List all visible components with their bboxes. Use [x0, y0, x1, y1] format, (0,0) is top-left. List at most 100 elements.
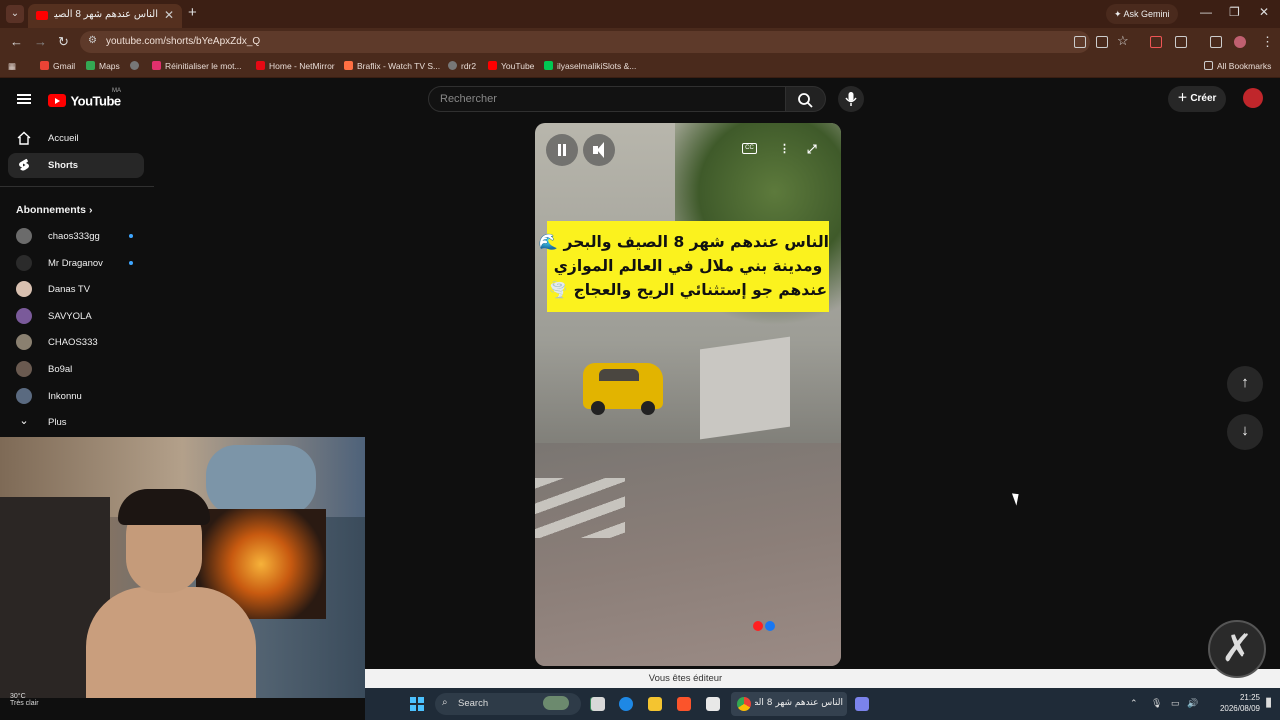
volume-button[interactable]: [583, 134, 615, 166]
subscriptions-heading[interactable]: Abonnements ›: [16, 204, 92, 216]
bookmark-globe[interactable]: [130, 61, 143, 71]
store-icon[interactable]: [706, 697, 720, 711]
bookmark-maps[interactable]: Maps: [86, 61, 120, 71]
teams-icon[interactable]: [855, 697, 869, 711]
sidebar-more-button[interactable]: ⌄ Plus: [8, 410, 144, 434]
taskbar-chrome-window[interactable]: الناس عندهم شهر 8 الصيف: [731, 692, 847, 716]
bookmark-label: Braflix - Watch TV S...: [357, 61, 441, 71]
more-label: Plus: [48, 417, 67, 428]
channel-avatar: [16, 255, 32, 271]
sidebar-item-shorts[interactable]: Shorts: [8, 153, 144, 178]
shorts-player[interactable]: CC ⋮ ⤢ الناس عندهم شهر 8 الصيف والبحر 🌊 …: [535, 123, 841, 666]
bookmark-slots[interactable]: ilyaselmalikiSlots &...: [544, 61, 636, 71]
browser-menu-icon[interactable]: ⋮: [1261, 34, 1274, 50]
taskbar-window-title: الناس عندهم شهر 8 الصيف: [755, 698, 843, 708]
channel-avatar: [16, 308, 32, 324]
maps-icon: [86, 61, 95, 70]
taskbar-clock[interactable]: 21:25 2026/08/09: [1210, 692, 1260, 714]
browser-tab-active[interactable]: الناس عندهم شهر 8 الصيف ✕: [28, 4, 182, 28]
channel-avatar: [16, 281, 32, 297]
bookmark-braflix[interactable]: Braflix - Watch TV S...: [344, 61, 440, 71]
subscription-item[interactable]: SAVYOLA: [8, 304, 144, 328]
youtube-logo-text: YouTube: [70, 93, 121, 109]
search-highlight-icon[interactable]: [543, 696, 569, 710]
ask-gemini-button[interactable]: ✦ Ask Gemini: [1106, 4, 1178, 24]
bookmark-label: Maps: [99, 61, 120, 71]
tab-search-button[interactable]: ⌄: [6, 5, 24, 23]
chevron-right-icon: ›: [88, 204, 93, 216]
new-tab-button[interactable]: +: [188, 4, 197, 21]
next-short-button[interactable]: ↓: [1227, 414, 1263, 450]
edge-icon[interactable]: [619, 697, 633, 711]
network-icon[interactable]: ▭: [1171, 698, 1180, 709]
create-button[interactable]: ＋ Créer: [1168, 86, 1226, 112]
apps-grid-icon[interactable]: ▦: [8, 61, 16, 72]
fullscreen-icon[interactable]: ⤢: [807, 142, 817, 157]
home-icon: [17, 131, 31, 145]
extensions-icon[interactable]: [1175, 36, 1187, 48]
tray-overflow-icon[interactable]: ⌃: [1130, 698, 1138, 709]
back-icon[interactable]: ←: [10, 34, 23, 49]
bookmark-netmirror[interactable]: Home - NetMirror: [256, 61, 335, 71]
subscription-item[interactable]: Mr Draganov: [8, 251, 144, 275]
install-app-icon[interactable]: [1096, 36, 1108, 48]
create-label: Créer: [1190, 93, 1217, 104]
restore-icon[interactable]: ❐: [1229, 5, 1240, 19]
chevron-down-icon: ⌄: [19, 415, 29, 427]
all-bookmarks-button[interactable]: All Bookmarks: [1204, 61, 1271, 71]
youtube-logo[interactable]: YouTube MA: [48, 88, 121, 110]
reload-icon[interactable]: ↻: [58, 34, 69, 50]
weather-condition: Très clair: [10, 700, 39, 707]
shorts-icon: [19, 158, 29, 171]
search-button[interactable]: [786, 86, 826, 112]
microphone-icon: [845, 92, 857, 106]
minimize-icon[interactable]: —: [1200, 5, 1212, 19]
task-view-icon[interactable]: [591, 697, 605, 711]
voice-search-button[interactable]: [838, 86, 864, 112]
profile-avatar[interactable]: [1234, 36, 1246, 48]
video-crosswalk: [535, 478, 625, 538]
account-avatar[interactable]: [1243, 88, 1263, 108]
braflix-icon: [344, 61, 353, 70]
tab-close-icon[interactable]: ✕: [164, 8, 174, 22]
bookmark-reset-password[interactable]: Réinitialiser le mot...: [152, 61, 242, 71]
windows-start-icon[interactable]: [410, 697, 424, 711]
netmirror-icon: [256, 61, 265, 70]
file-explorer-icon[interactable]: [648, 697, 662, 711]
translate-icon[interactable]: [1074, 36, 1086, 48]
search-input[interactable]: Rechercher: [428, 86, 786, 112]
instagram-icon: [152, 61, 161, 70]
microphone-tray-icon[interactable]: 🎙: [1151, 698, 1162, 709]
volume-tray-icon[interactable]: 🔊: [1187, 698, 1198, 709]
youtube-header: YouTube MA Rechercher ＋ Créer: [0, 80, 1280, 120]
captions-button[interactable]: CC: [742, 143, 757, 154]
tab-groups-icon[interactable]: [1210, 36, 1222, 48]
subscription-item[interactable]: Bo9al: [8, 357, 144, 381]
bookmark-star-icon[interactable]: ☆: [1117, 33, 1129, 49]
address-bar[interactable]: ⚙ youtube.com/shorts/bYeApxZdx_Q: [80, 31, 1090, 53]
bookmark-youtube[interactable]: YouTube: [488, 61, 534, 71]
site-info-icon[interactable]: ⚙: [88, 35, 97, 46]
previous-short-button[interactable]: ↑: [1227, 366, 1263, 402]
caption-line: الناس عندهم شهر 8 الصيف والبحر 🌊: [538, 233, 829, 251]
channel-name: SAVYOLA: [48, 311, 92, 322]
subscription-item[interactable]: Danas TV: [8, 277, 144, 301]
brave-icon[interactable]: [677, 697, 691, 711]
bookmark-gmail[interactable]: Gmail: [40, 61, 75, 71]
menu-icon[interactable]: [17, 94, 31, 104]
weather-widget[interactable]: 30°C Très clair: [10, 693, 39, 707]
window-close-icon[interactable]: ✕: [1259, 5, 1269, 19]
extension-badge-icon[interactable]: [1150, 36, 1162, 48]
more-options-icon[interactable]: ⋮: [779, 142, 790, 155]
subscription-item[interactable]: CHAOS333: [8, 330, 144, 354]
address-url[interactable]: youtube.com/shorts/bYeApxZdx_Q: [106, 36, 260, 47]
subscription-item[interactable]: Inkonnu: [8, 384, 144, 408]
notification-bell-icon[interactable]: ▮: [1265, 694, 1272, 710]
chrome-icon: [737, 697, 751, 711]
forward-icon[interactable]: →: [34, 34, 47, 49]
bookmark-rdr2[interactable]: rdr2: [448, 61, 476, 71]
sidebar-item-home[interactable]: Accueil: [8, 126, 144, 151]
subscription-item[interactable]: chaos333gg: [8, 224, 144, 248]
pause-button[interactable]: [546, 134, 578, 166]
channel-name: CHAOS333: [48, 337, 98, 348]
